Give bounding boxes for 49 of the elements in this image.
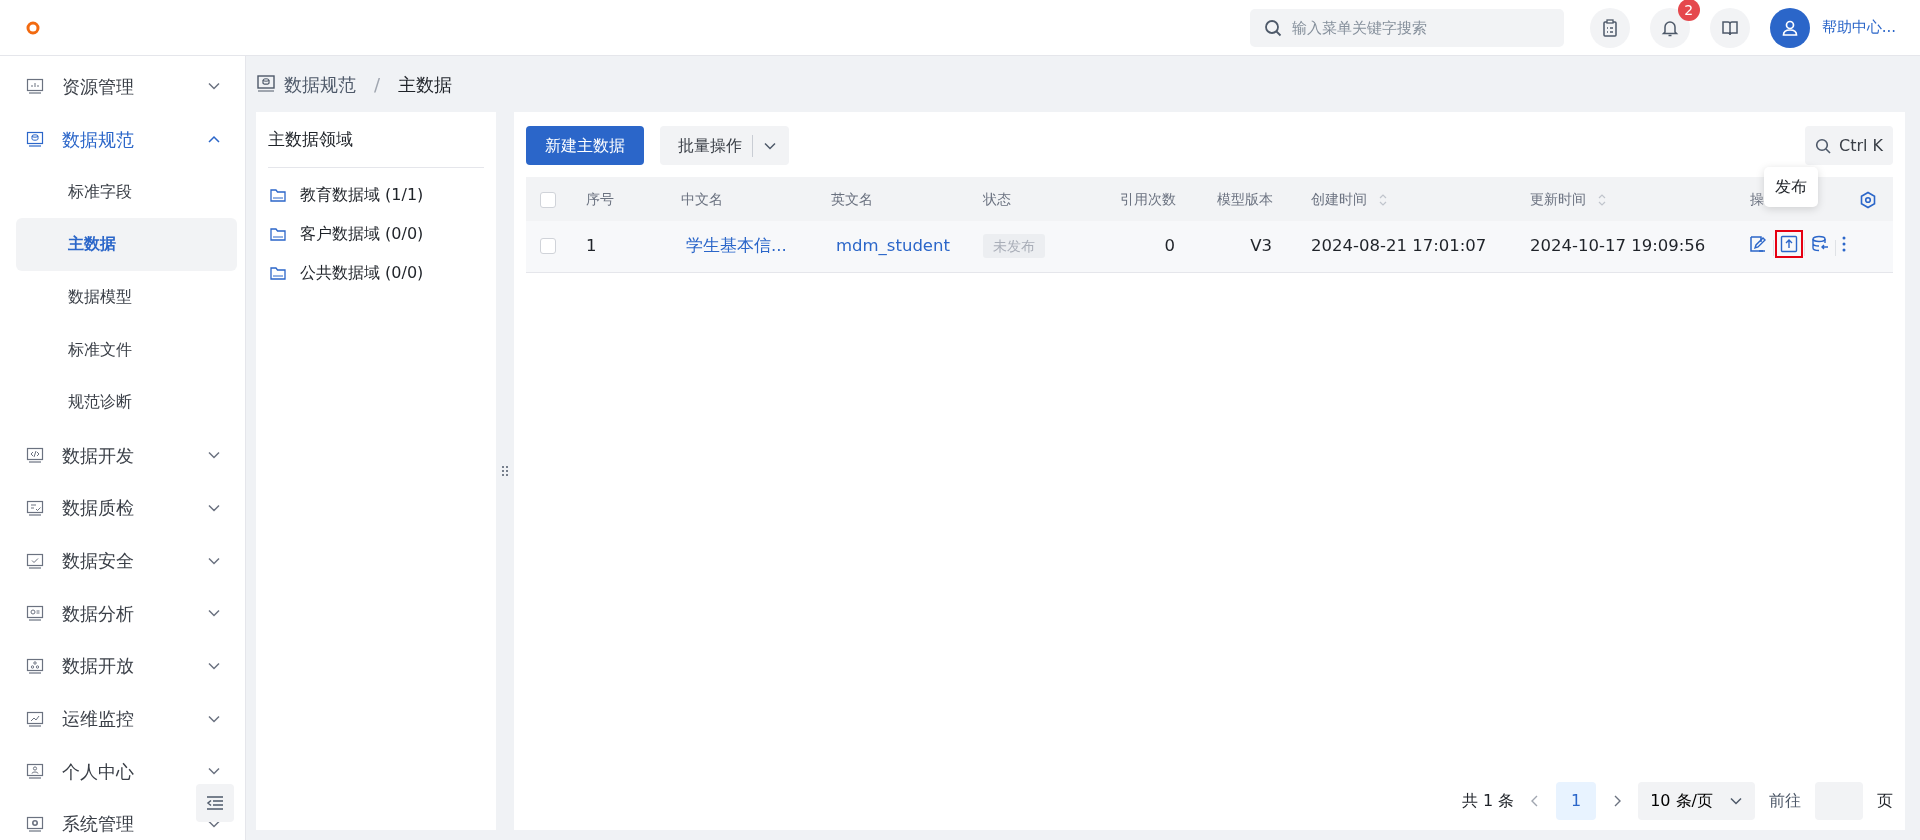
tooltip: 发布: [1764, 167, 1818, 207]
column-header: 中文名: [681, 190, 723, 207]
sidebar-item[interactable]: 运维监控: [16, 692, 237, 745]
breadcrumb-item[interactable]: 数据规范: [284, 70, 356, 98]
table-cell: 2024-10-17 19:09:56: [1530, 235, 1706, 255]
user-link[interactable]: 帮助中心...: [1821, 16, 1896, 39]
column-header: 引用次数: [1120, 190, 1176, 207]
tree-item[interactable]: 教育数据域 (1/1): [268, 175, 484, 215]
sidebar-item[interactable]: 数据开放: [16, 639, 237, 693]
sidebar-item[interactable]: 数据质检: [16, 481, 237, 535]
sidebar-item[interactable]: 数据开发: [16, 428, 237, 482]
status-tag: 未发布: [983, 233, 1045, 258]
search-button[interactable]: Ctrl K: [1804, 126, 1893, 165]
breadcrumb-separator: /: [374, 72, 381, 97]
page-suffix: 页: [1877, 790, 1893, 812]
tree-item[interactable]: 客户数据域 (0/0): [268, 214, 484, 254]
table-cell: 2024-08-21 17:01:07: [1311, 235, 1487, 255]
panel-title: 主数据领域: [268, 112, 484, 168]
table-cell: 0: [1164, 235, 1175, 255]
page-button[interactable]: 1: [1556, 782, 1597, 820]
search-field[interactable]: 输入菜单关键字搜索: [1249, 8, 1564, 47]
sidebar-item[interactable]: 资源管理: [16, 60, 237, 113]
column-header: 序号: [586, 190, 614, 207]
page-size-select[interactable]: 10 条/页: [1638, 782, 1755, 820]
notification-badge: 2: [1677, 0, 1700, 21]
batch-dropdown[interactable]: 批量操作: [660, 126, 789, 165]
table-cell: V3: [1250, 235, 1272, 255]
submenu-item[interactable]: 标准字段: [16, 165, 237, 219]
submenu-item[interactable]: 主数据: [16, 218, 237, 271]
column-header: 英文名: [831, 190, 873, 207]
create-button[interactable]: 新建主数据: [526, 126, 644, 165]
sidebar-item[interactable]: 系统管理: [16, 797, 237, 840]
goto-label: 前往: [1769, 790, 1801, 812]
tree-item[interactable]: 公共数据域 (0/0): [268, 253, 484, 293]
column-header: 模型版本: [1217, 190, 1273, 207]
sidebar-item[interactable]: 数据安全: [16, 534, 237, 587]
breadcrumb-item: 主数据: [398, 72, 453, 97]
column-header[interactable]: 更新时间: [1530, 190, 1586, 207]
column-header: 状态: [983, 190, 1011, 207]
submenu-item[interactable]: 规范诊断: [16, 376, 237, 429]
submenu-item[interactable]: 标准文件: [16, 323, 237, 377]
column-header[interactable]: 创建时间: [1311, 190, 1367, 207]
sidebar-item[interactable]: 数据规范: [16, 112, 237, 166]
submenu-item[interactable]: 数据模型: [16, 270, 237, 324]
table-cell: 1: [586, 235, 597, 255]
sidebar-item[interactable]: 个人中心: [16, 744, 237, 798]
column-header: 操: [1750, 190, 1764, 207]
sidebar-item[interactable]: 数据分析: [16, 586, 237, 640]
total-count: 共 1 条: [1461, 790, 1515, 812]
